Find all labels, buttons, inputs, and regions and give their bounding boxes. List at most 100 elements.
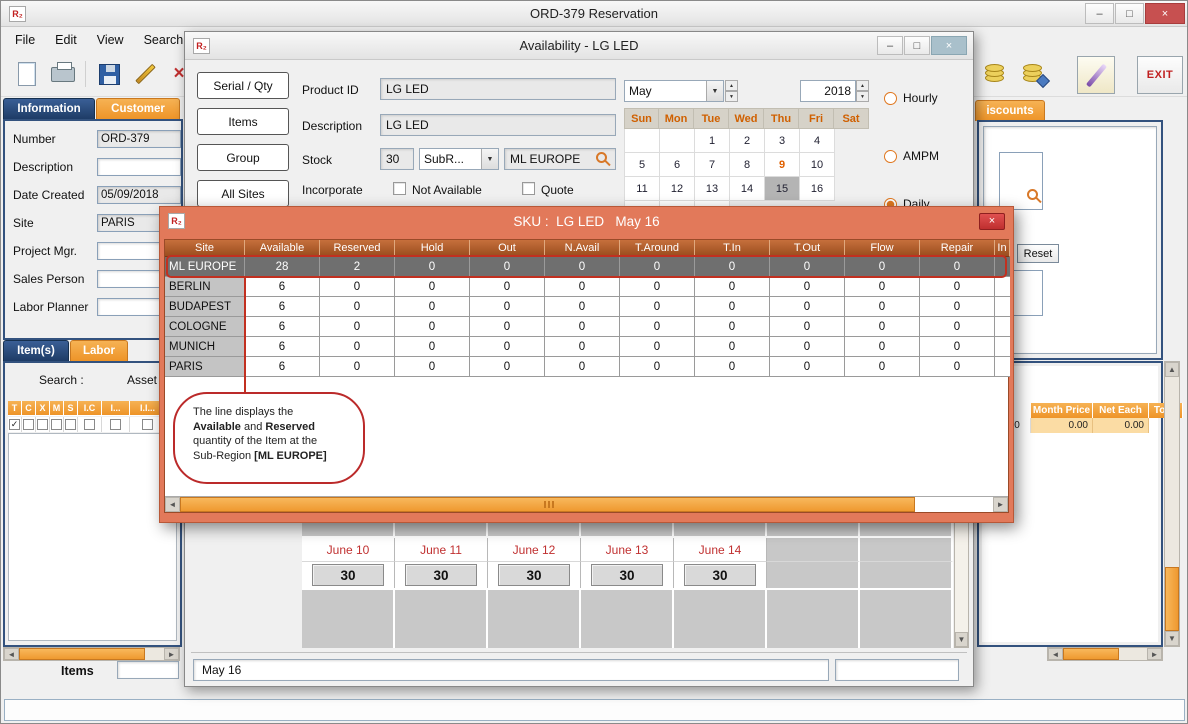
avail-button-group[interactable]: Group (197, 144, 289, 171)
menu-file[interactable]: File (5, 30, 45, 50)
customer-search-box[interactable] (999, 152, 1043, 210)
sku-hscrollbar[interactable]: ◄ ► (165, 496, 1008, 512)
scroll-left-icon[interactable]: ◄ (165, 497, 180, 512)
search-mode-value[interactable]: Asset (127, 373, 157, 387)
sku-col-t-in[interactable]: T.In (695, 240, 770, 257)
avail-button-all-sites[interactable]: All Sites (197, 180, 289, 207)
minimize-icon[interactable]: – (877, 36, 903, 55)
sku-col-flow[interactable]: Flow (845, 240, 920, 257)
field-input-number[interactable]: ORD-379 (97, 130, 181, 148)
calendar-day-2[interactable]: 2 (730, 129, 765, 153)
selected-date-field[interactable]: May 16 (193, 659, 829, 681)
spinner-up-icon[interactable]: ▲ (856, 80, 869, 91)
scroll-down-icon[interactable]: ▼ (1165, 631, 1179, 646)
minimize-icon[interactable]: – (1085, 3, 1114, 24)
spinner-down-icon[interactable]: ▼ (856, 91, 869, 102)
row-checkbox[interactable] (51, 419, 62, 430)
close-icon[interactable]: × (979, 213, 1005, 230)
june-availability-button[interactable]: 30 (684, 564, 756, 586)
tab-information[interactable]: Information (3, 98, 95, 119)
new-document-icon[interactable] (11, 58, 43, 90)
calendar-day-8[interactable]: 8 (730, 153, 765, 177)
tab-customer[interactable]: Customer (96, 98, 180, 119)
sku-col-hold[interactable]: Hold (395, 240, 470, 257)
sku-col-t-around[interactable]: T.Around (620, 240, 695, 257)
sku-col-n-avail[interactable]: N.Avail (545, 240, 620, 257)
scroll-down-icon[interactable]: ▼ (955, 632, 968, 647)
june-availability-button[interactable]: 30 (312, 564, 384, 586)
scroll-thumb[interactable] (1165, 567, 1179, 631)
month-spinner[interactable]: ▲ ▼ (725, 80, 738, 102)
chevron-down-icon[interactable]: ▼ (481, 149, 498, 169)
scroll-thumb[interactable] (19, 648, 145, 660)
sku-row-cologne[interactable]: COLOGNE6000000000 (165, 317, 1008, 337)
calendar-day-12[interactable]: 12 (660, 177, 695, 201)
sku-col-available[interactable]: Available (245, 240, 320, 257)
subregion-combo[interactable]: SubR... ▼ (419, 148, 499, 170)
sku-col-in[interactable]: In (995, 240, 1010, 257)
edit-pencil-icon[interactable] (129, 58, 161, 90)
magic-wand-button[interactable] (1077, 56, 1115, 94)
tab-labor[interactable]: Labor (70, 340, 128, 361)
menu-view[interactable]: View (87, 30, 134, 50)
close-icon[interactable]: × (931, 36, 967, 55)
calendar-day-7[interactable]: 7 (695, 153, 730, 177)
pricing-vscrollbar[interactable]: ▲ ▼ (1164, 361, 1180, 647)
row-checkbox[interactable] (37, 419, 48, 430)
search-magnifier-icon[interactable] (596, 152, 607, 163)
billing-coins-icon[interactable] (979, 58, 1011, 90)
avail-button-items[interactable]: Items (197, 108, 289, 135)
calendar-day-15[interactable]: 15 (765, 177, 800, 201)
row-checkbox[interactable] (84, 419, 95, 430)
grid-vscrollbar[interactable]: ▼ (954, 510, 969, 648)
sku-col-out[interactable]: Out (470, 240, 545, 257)
scroll-thumb[interactable] (1063, 648, 1119, 660)
year-spinner[interactable]: ▲ ▼ (856, 80, 869, 102)
sku-titlebar[interactable]: R₂ SKU : LG LED May 16 × (160, 207, 1013, 235)
field-input-date-created[interactable]: 05/09/2018 (97, 186, 181, 204)
main-titlebar[interactable]: R₂ ORD-379 Reservation – □ × (1, 1, 1187, 27)
sku-row-paris[interactable]: PARIS6000000000 (165, 357, 1008, 377)
calendar-day-10[interactable]: 10 (800, 153, 835, 177)
not-available-checkbox[interactable] (393, 182, 406, 195)
june-availability-button[interactable]: 30 (591, 564, 663, 586)
june-availability-button[interactable]: 30 (405, 564, 477, 586)
calendar-day-5[interactable]: 5 (625, 153, 660, 177)
calendar-day-14[interactable]: 14 (730, 177, 765, 201)
june-availability-button[interactable]: 30 (498, 564, 570, 586)
availability-titlebar[interactable]: R₂ Availability - LG LED – □ × (185, 32, 973, 60)
items-hscrollbar[interactable]: ◄ ► (3, 647, 180, 661)
product-id-field[interactable]: LG LED (380, 78, 616, 100)
sku-col-repair[interactable]: Repair (920, 240, 995, 257)
save-icon[interactable] (93, 58, 125, 90)
scroll-right-icon[interactable]: ► (1147, 648, 1162, 660)
sku-row-munich[interactable]: MUNICH6000000000 (165, 337, 1008, 357)
calendar-day-9[interactable]: 9 (765, 153, 800, 177)
sku-col-t-out[interactable]: T.Out (770, 240, 845, 257)
print-icon[interactable] (47, 58, 79, 90)
calendar-day-13[interactable]: 13 (695, 177, 730, 201)
avail-button-serial-qty[interactable]: Serial / Qty (197, 72, 289, 99)
sku-row-berlin[interactable]: BERLIN6000000000 (165, 277, 1008, 297)
subregion-field[interactable]: ML EUROPE (504, 148, 616, 170)
tab-discounts-partial[interactable]: iscounts (975, 100, 1045, 121)
maximize-icon[interactable]: □ (1115, 3, 1144, 24)
scroll-left-icon[interactable]: ◄ (4, 648, 19, 660)
spinner-up-icon[interactable]: ▲ (725, 80, 738, 91)
footer-input[interactable] (835, 659, 959, 681)
pricing-hscrollbar[interactable]: ◄ ► (1047, 647, 1163, 661)
row-checkbox[interactable] (23, 419, 34, 430)
sku-row-budapest[interactable]: BUDAPEST6000000000 (165, 297, 1008, 317)
payment-coins-icon[interactable] (1017, 58, 1049, 90)
items-count-field[interactable] (117, 661, 179, 679)
year-field[interactable]: 2018 (800, 80, 856, 102)
row-checkbox[interactable] (65, 419, 76, 430)
scroll-thumb[interactable] (180, 497, 915, 512)
menu-edit[interactable]: Edit (45, 30, 87, 50)
calendar-day-6[interactable]: 6 (660, 153, 695, 177)
chevron-down-icon[interactable]: ▼ (706, 81, 723, 101)
calendar-day-11[interactable]: 11 (625, 177, 660, 201)
tab-items[interactable]: Item(s) (3, 340, 69, 361)
calendar-day-16[interactable]: 16 (800, 177, 835, 201)
scroll-right-icon[interactable]: ► (164, 648, 179, 660)
